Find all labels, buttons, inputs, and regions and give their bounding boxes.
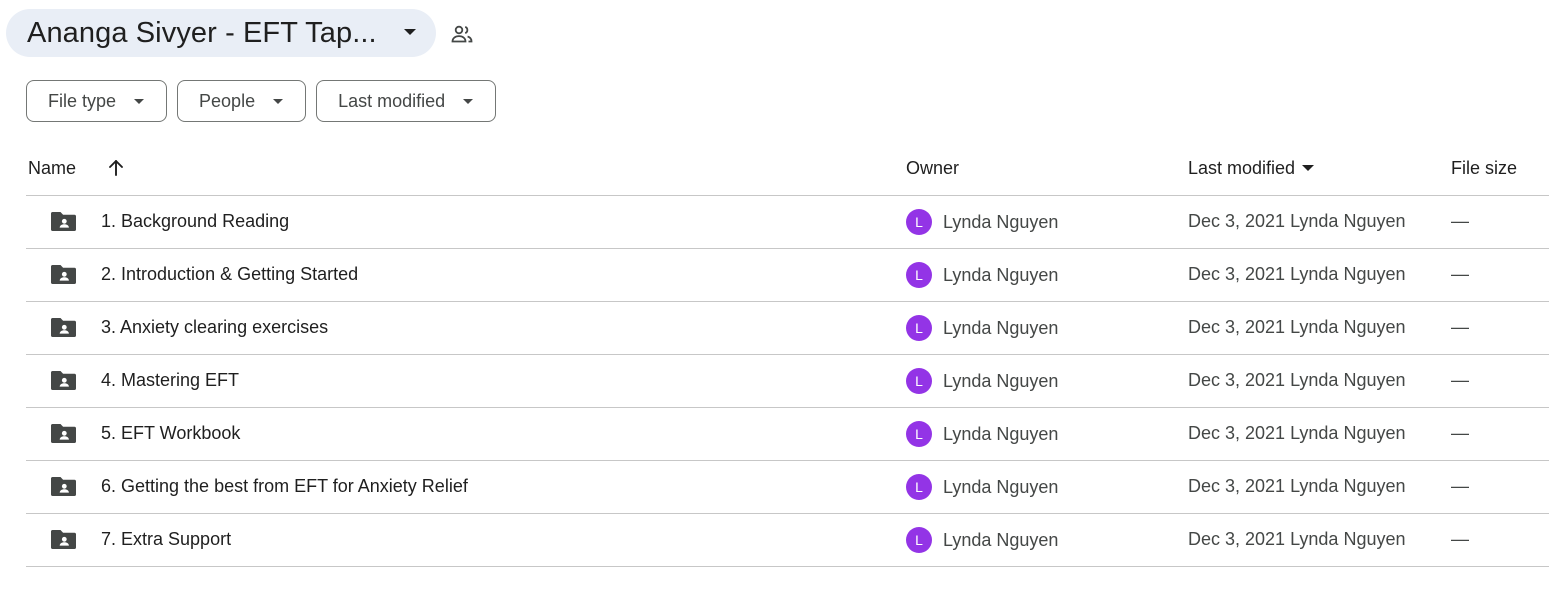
owner-cell: L Lynda Nguyen — [906, 527, 1058, 553]
file-name[interactable]: 5. EFT Workbook — [101, 423, 240, 444]
last-modified-header-label: Last modified — [1188, 158, 1296, 178]
owner-cell: L Lynda Nguyen — [906, 474, 1058, 500]
shared-folder-icon — [51, 477, 76, 496]
people-filter[interactable]: People — [177, 80, 307, 122]
filter-bar: File type People Last modified — [26, 80, 497, 122]
owner-cell: L Lynda Nguyen — [906, 315, 1058, 341]
file-type-filter[interactable]: File type — [26, 80, 168, 122]
file-name[interactable]: 1. Background Reading — [101, 211, 289, 232]
owner-cell: L Lynda Nguyen — [906, 262, 1058, 288]
avatar[interactable]: L — [906, 315, 932, 341]
shared-folder-icon — [51, 424, 76, 443]
avatar[interactable]: L — [906, 527, 932, 553]
file-name[interactable]: 6. Getting the best from EFT for Anxiety… — [101, 476, 468, 497]
avatar[interactable]: L — [906, 368, 932, 394]
file-size-value: — — [1451, 476, 1469, 496]
shared-folder-icon — [51, 212, 76, 231]
owner-name: Lynda Nguyen — [943, 476, 1059, 497]
caret-down-icon — [1302, 165, 1315, 172]
file-size-value: — — [1451, 211, 1469, 231]
owner-name: Lynda Nguyen — [943, 264, 1059, 285]
avatar[interactable]: L — [906, 474, 932, 500]
avatar[interactable]: L — [906, 262, 932, 288]
file-size-value: — — [1451, 529, 1469, 549]
last-modified-column-header[interactable]: Last modified — [1188, 158, 1315, 179]
last-modified-value: Dec 3, 2021 Lynda Nguyen — [1188, 529, 1406, 549]
file-size-value: — — [1451, 317, 1469, 337]
owner-name: Lynda Nguyen — [943, 317, 1059, 338]
people-filter-label: People — [199, 90, 256, 111]
owner-name: Lynda Nguyen — [943, 211, 1059, 232]
table-row[interactable]: 5. EFT Workbook L Lynda Nguyen Dec 3, 20… — [26, 408, 1549, 461]
avatar[interactable]: L — [906, 209, 932, 235]
file-size-value: — — [1451, 370, 1469, 390]
shared-folder-icon — [51, 265, 76, 284]
table-header: Name Owner Last modified File size — [26, 145, 1549, 196]
last-modified-value: Dec 3, 2021 Lynda Nguyen — [1188, 211, 1406, 231]
file-type-filter-label: File type — [48, 90, 117, 111]
folder-title: Ananga Sivyer - EFT Tap... — [27, 16, 377, 49]
table-row[interactable]: 6. Getting the best from EFT for Anxiety… — [26, 461, 1549, 514]
avatar[interactable]: L — [906, 421, 932, 447]
last-modified-filter[interactable]: Last modified — [316, 80, 497, 122]
drive-folder-view: Ananga Sivyer - EFT Tap... File type Peo… — [0, 0, 1549, 603]
table-row[interactable]: 4. Mastering EFT L Lynda Nguyen Dec 3, 2… — [26, 355, 1549, 408]
caret-down-icon — [134, 98, 145, 104]
file-table: Name Owner Last modified File size 1. Ba… — [26, 145, 1549, 567]
last-modified-value: Dec 3, 2021 Lynda Nguyen — [1188, 264, 1406, 284]
shared-folder-icon — [51, 530, 76, 549]
last-modified-filter-label: Last modified — [338, 90, 446, 111]
owner-cell: L Lynda Nguyen — [906, 368, 1058, 394]
last-modified-value: Dec 3, 2021 Lynda Nguyen — [1188, 476, 1406, 496]
file-name[interactable]: 3. Anxiety clearing exercises — [101, 317, 328, 338]
table-row[interactable]: 1. Background Reading L Lynda Nguyen Dec… — [26, 196, 1549, 249]
shared-folder-icon — [51, 318, 76, 337]
shared-folder-icon — [51, 371, 76, 390]
file-name[interactable]: 2. Introduction & Getting Started — [101, 264, 358, 285]
last-modified-value: Dec 3, 2021 Lynda Nguyen — [1188, 317, 1406, 337]
caret-down-icon — [463, 98, 474, 104]
owner-column-header[interactable]: Owner — [906, 158, 959, 179]
last-modified-value: Dec 3, 2021 Lynda Nguyen — [1188, 423, 1406, 443]
table-row[interactable]: 7. Extra Support L Lynda Nguyen Dec 3, 2… — [26, 514, 1549, 567]
people-icon[interactable] — [450, 22, 474, 46]
last-modified-value: Dec 3, 2021 Lynda Nguyen — [1188, 370, 1406, 390]
file-name[interactable]: 7. Extra Support — [101, 529, 231, 550]
file-size-value: — — [1451, 423, 1469, 443]
caret-down-icon — [273, 98, 284, 104]
file-name[interactable]: 4. Mastering EFT — [101, 370, 239, 391]
table-body: 1. Background Reading L Lynda Nguyen Dec… — [26, 196, 1549, 567]
owner-cell: L Lynda Nguyen — [906, 209, 1058, 235]
file-size-value: — — [1451, 264, 1469, 284]
owner-cell: L Lynda Nguyen — [906, 421, 1058, 447]
owner-name: Lynda Nguyen — [943, 370, 1059, 391]
table-row[interactable]: 2. Introduction & Getting Started L Lynd… — [26, 249, 1549, 302]
folder-title-dropdown[interactable]: Ananga Sivyer - EFT Tap... — [6, 9, 436, 57]
owner-name: Lynda Nguyen — [943, 529, 1059, 550]
caret-down-icon — [404, 29, 416, 35]
owner-name: Lynda Nguyen — [943, 423, 1059, 444]
table-row[interactable]: 3. Anxiety clearing exercises L Lynda Ng… — [26, 302, 1549, 355]
name-column-header[interactable]: Name — [28, 158, 76, 179]
arrow-up-icon[interactable] — [106, 158, 126, 178]
file-size-column-header[interactable]: File size — [1451, 158, 1517, 179]
